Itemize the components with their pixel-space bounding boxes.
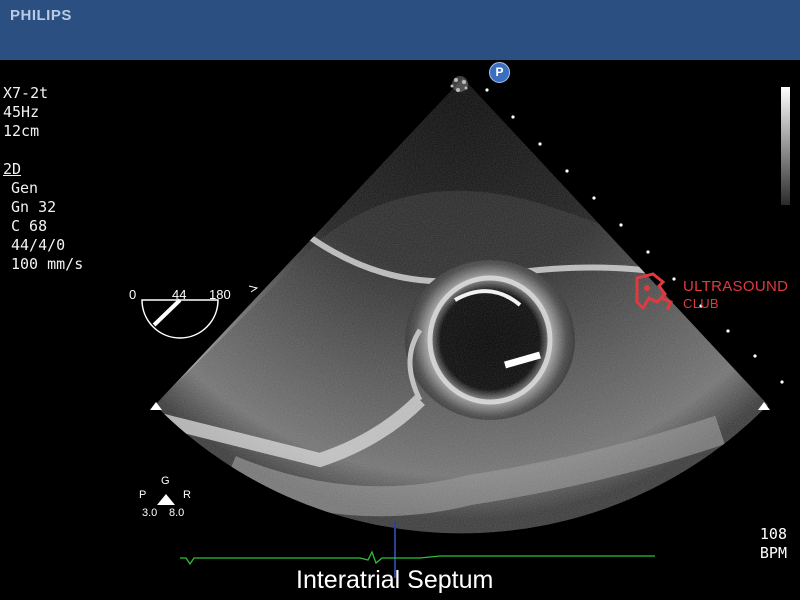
orientation-right-value: 8.0 [169, 507, 185, 519]
watermark-line1: ULTRASOUND [683, 278, 789, 295]
orientation-g-label: G [161, 475, 170, 487]
ecg-trace [180, 550, 655, 566]
cursor-arrow-icon [248, 285, 259, 293]
angle-min-label: 0 [129, 287, 137, 302]
orientation-r-label: R [183, 489, 191, 501]
angle-max-label: 180 [209, 287, 231, 302]
orientation-triangle-icon [157, 494, 175, 505]
watermark-line2: CLUB [683, 296, 719, 311]
orientation-left-value: 3.0 [142, 507, 158, 519]
orientation-p-label: P [139, 489, 147, 501]
ultrasound-club-logo-icon [635, 272, 674, 311]
angle-indicator [141, 298, 219, 339]
angle-current-label: 44 [172, 287, 187, 302]
grayscale-bar [781, 87, 790, 205]
image-caption: Interatrial Septum [296, 566, 494, 594]
heart-rate-unit: BPM [759, 544, 787, 562]
heart-rate-value: 108 [759, 525, 787, 543]
probe-marker-icon: P [489, 62, 510, 83]
ultrasound-image [141, 76, 784, 578]
heart-rate-readout: 108 BPM [760, 525, 787, 563]
